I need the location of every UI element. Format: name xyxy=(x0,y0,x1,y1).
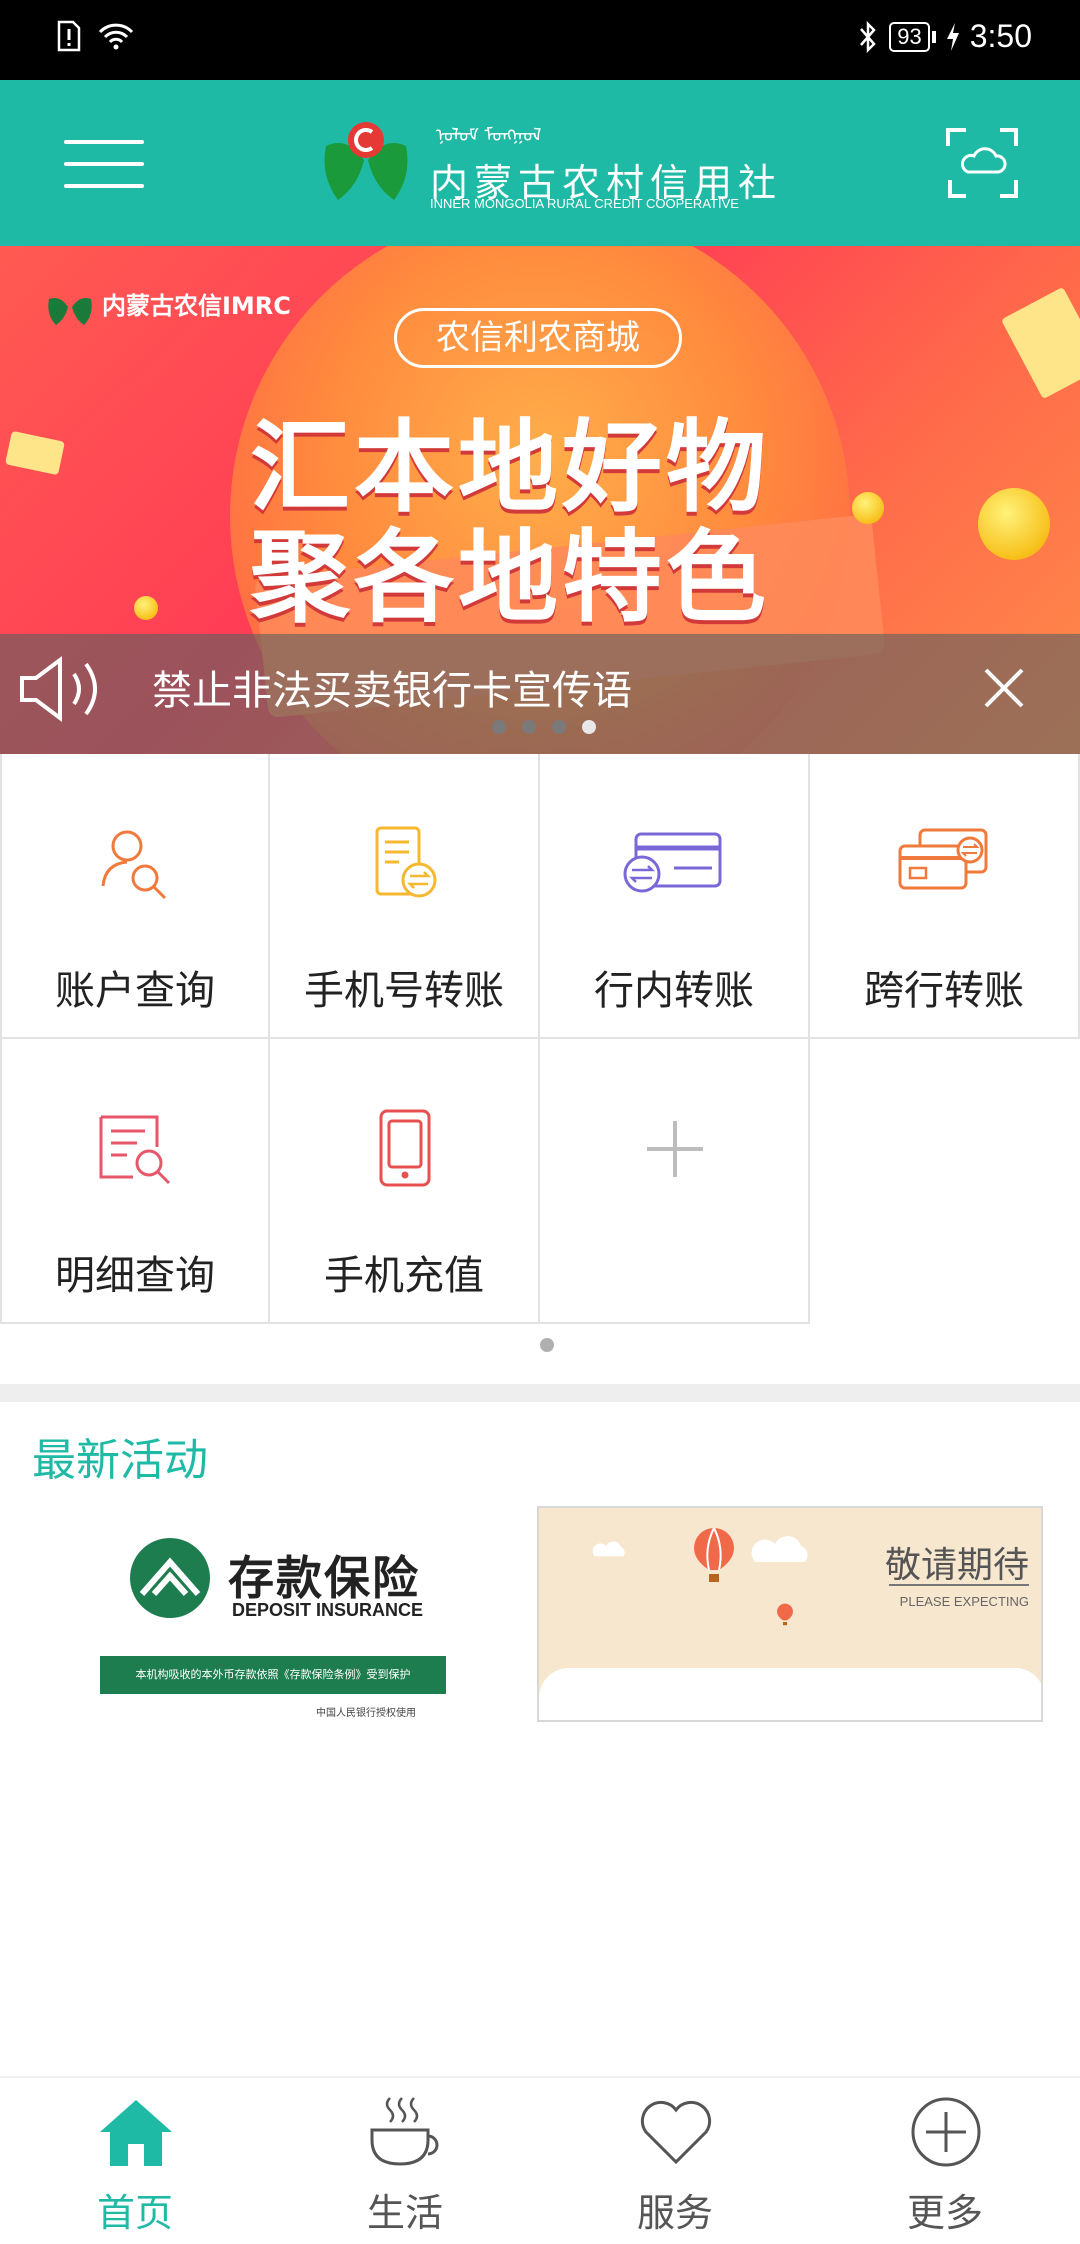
phone-transfer-icon xyxy=(375,826,437,898)
deposit-insurance-notice: 本机构吸收的本外币存款依照《存款保险条例》受到保护 xyxy=(100,1656,446,1694)
service-label: 手机号转账 xyxy=(304,968,504,1014)
service-mobile-recharge[interactable]: 手机充值 xyxy=(270,1039,540,1324)
deposit-insurance-logo-icon xyxy=(130,1538,210,1618)
heart-icon xyxy=(640,2100,712,2165)
service-label: 行内转账 xyxy=(594,968,754,1014)
banner-brand-text: 内蒙古农信IMRC xyxy=(102,292,291,320)
promo-banner[interactable]: 内蒙古农信IMRC 农信利农商城 汇本地好物 聚各地特色 禁止非法买卖银行卡宣传… xyxy=(0,246,1080,754)
status-left xyxy=(56,20,136,52)
hot-air-balloon-icon xyxy=(694,1527,734,1582)
tab-label: 生活 xyxy=(366,2191,443,2235)
add-icon xyxy=(647,1121,703,1177)
close-icon[interactable] xyxy=(980,664,1028,712)
battery-level: 93 xyxy=(889,21,930,52)
rcc-emblem-icon xyxy=(48,298,92,325)
service-grid: 账户查询 手机号转账 行内转账 跨行转账 明细查询 手机充值 xyxy=(0,754,1080,1324)
logo-mongolian-script: ᠨᠤᠯᠤᠮ ᠮᠣᠩᠭ᠋ᠣᠯ xyxy=(436,125,542,146)
tab-label: 更多 xyxy=(906,2191,983,2235)
service-account-search[interactable]: 账户查询 xyxy=(0,754,270,1039)
service-internal-transfer[interactable]: 行内转账 xyxy=(540,754,810,1039)
banner-headline-2: 聚各地特色 xyxy=(250,519,770,636)
activity-card-coming-soon[interactable]: 敬请期待 PLEASE EXPECTING xyxy=(537,1506,1043,1722)
coffee-cup-icon xyxy=(370,2097,439,2166)
service-label: 手机充值 xyxy=(324,1253,484,1299)
interbank-transfer-icon xyxy=(898,828,988,890)
coin-decoration xyxy=(134,596,158,620)
banner-pagination xyxy=(492,720,596,734)
home-icon xyxy=(100,2100,172,2166)
rcc-emblem-icon xyxy=(324,122,408,200)
tab-more[interactable]: 更多 xyxy=(810,2078,1080,2244)
logo-english-name: INNER MONGOLIA RURAL CREDIT COOPERATIVE xyxy=(430,196,739,211)
tab-service[interactable]: 服务 xyxy=(540,2078,810,2244)
banner-pill-label: 农信利农商城 xyxy=(394,308,682,368)
bluetooth-icon xyxy=(860,20,876,53)
notice-bar[interactable]: 禁止非法买卖银行卡宣传语 xyxy=(0,634,1080,754)
service-label: 账户查询 xyxy=(55,968,215,1014)
tab-label: 服务 xyxy=(636,2191,713,2235)
internal-transfer-icon xyxy=(623,832,722,893)
coin-decoration xyxy=(978,488,1050,560)
coming-soon-subtitle: PLEASE EXPECTING xyxy=(899,1594,1029,1609)
tab-home[interactable]: 首页 xyxy=(0,2078,270,2244)
scan-cloud-icon xyxy=(946,128,1018,198)
speaker-icon xyxy=(20,656,97,722)
deposit-insurance-footer: 中国人民银行授权使用 xyxy=(316,1708,416,1719)
pagination-dot[interactable] xyxy=(552,720,566,734)
grid-pagination-dot xyxy=(540,1338,554,1352)
banner-brand: 内蒙古农信IMRC xyxy=(46,286,291,327)
coming-soon-title: 敬请期待 xyxy=(884,1545,1029,1586)
pagination-dot-active[interactable] xyxy=(582,720,596,734)
cloud-decoration xyxy=(539,1668,1041,1720)
menu-button[interactable] xyxy=(64,128,144,200)
section-divider xyxy=(0,1384,1080,1402)
deposit-insurance-subtitle: DEPOSIT INSURANCE xyxy=(232,1600,424,1620)
activities-title: 最新活动 xyxy=(32,1435,208,1486)
app-logo: ᠨᠤᠯᠤᠮ ᠮᠣᠩᠭ᠋ᠣᠯ 内蒙古农村信用社 INNER MONGOLIA RU… xyxy=(318,116,776,211)
cloud-icon xyxy=(751,1536,808,1562)
notice-text: 禁止非法买卖银行卡宣传语 xyxy=(152,668,632,714)
pagination-dot[interactable] xyxy=(522,720,536,734)
battery-indicator: 93 xyxy=(889,21,936,52)
service-phone-transfer[interactable]: 手机号转账 xyxy=(270,754,540,1039)
coming-soon-divider xyxy=(889,1584,1029,1586)
hot-air-balloon-icon xyxy=(777,1603,793,1626)
wifi-icon xyxy=(98,23,134,50)
pagination-dot[interactable] xyxy=(492,720,506,734)
service-label: 跨行转账 xyxy=(864,968,1024,1014)
account-search-icon xyxy=(101,830,167,900)
mobile-recharge-icon xyxy=(379,1109,431,1187)
charging-icon xyxy=(946,22,959,51)
ticket-decoration xyxy=(1000,286,1080,400)
status-bar: 93 3:50 xyxy=(0,0,1080,80)
service-detail-search[interactable]: 明细查询 xyxy=(0,1039,270,1324)
tab-life[interactable]: 生活 xyxy=(270,2078,540,2244)
scan-button[interactable] xyxy=(946,126,1020,200)
sim-alert-icon xyxy=(57,20,81,52)
clock: 3:50 xyxy=(969,18,1032,54)
detail-search-icon xyxy=(99,1115,171,1185)
plus-circle-icon xyxy=(911,2097,981,2167)
tab-label: 首页 xyxy=(96,2191,173,2235)
service-label: 明细查询 xyxy=(55,1253,215,1299)
service-add[interactable] xyxy=(540,1039,810,1324)
coin-decoration xyxy=(852,492,884,524)
cloud-icon xyxy=(592,1541,625,1557)
bottom-tab-bar: 首页 生活 服务 更多 xyxy=(0,2076,1080,2244)
status-right: 93 3:50 xyxy=(857,18,1032,55)
activity-card-deposit-insurance[interactable]: 存款保险 DEPOSIT INSURANCE 本机构吸收的本外币存款依照《存款保… xyxy=(32,1506,537,1720)
service-interbank-transfer[interactable]: 跨行转账 xyxy=(810,754,1080,1039)
app-header: ᠨᠤᠯᠤᠮ ᠮᠣᠩᠭ᠋ᠣᠯ 内蒙古农村信用社 INNER MONGOLIA RU… xyxy=(0,80,1080,246)
deposit-insurance-title: 存款保险 xyxy=(228,1551,420,1605)
ticket-decoration xyxy=(5,430,65,476)
